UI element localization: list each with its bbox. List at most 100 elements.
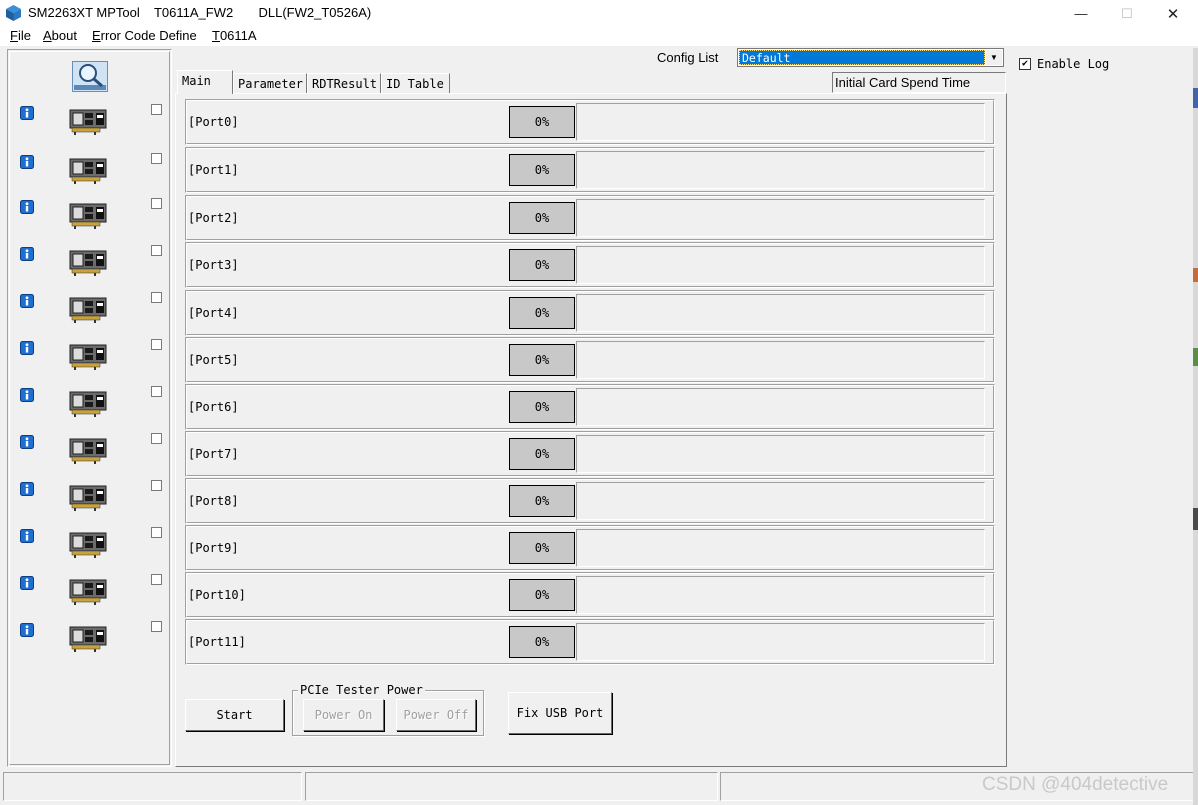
info-icon[interactable]: [20, 106, 34, 120]
menu-about[interactable]: About: [43, 28, 77, 43]
port-progress-bar: [576, 341, 985, 379]
close-icon: ✕: [1166, 5, 1180, 23]
port-progress-bar: [576, 576, 985, 614]
start-button[interactable]: Start: [185, 699, 284, 731]
port-label: [Port8]: [188, 494, 239, 508]
status-pane-2: [305, 772, 718, 801]
info-icon[interactable]: [20, 294, 34, 308]
menu-file[interactable]: File: [10, 28, 31, 43]
enable-log-label: Enable Log: [1037, 57, 1110, 71]
background-window-edge: [1193, 48, 1198, 805]
slot-checkbox[interactable]: [151, 339, 162, 350]
status-pane-1: [3, 772, 302, 801]
maximize-icon: ☐: [1121, 5, 1133, 21]
port-percent: 0%: [509, 579, 575, 611]
slot-checkbox[interactable]: [151, 386, 162, 397]
tab-id-table[interactable]: ID Table: [381, 73, 450, 93]
watermark: CSDN @404detective: [982, 774, 1169, 795]
port-percent: 0%: [509, 626, 575, 658]
info-icon[interactable]: [20, 247, 34, 261]
close-button[interactable]: ✕: [1150, 0, 1196, 27]
port-row: [Port9] 0%: [185, 525, 995, 571]
port-row: [Port2] 0%: [185, 195, 995, 241]
port-percent: 0%: [509, 532, 575, 564]
power-on-button[interactable]: Power On: [303, 699, 384, 731]
pcie-card-icon: [69, 158, 107, 184]
port-progress-bar: [576, 294, 985, 332]
port-percent: 0%: [509, 297, 575, 329]
port-percent: 0%: [509, 106, 575, 138]
port-label: [Port6]: [188, 400, 239, 414]
port-progress-bar: [576, 199, 985, 237]
port-row: [Port7] 0%: [185, 431, 995, 477]
port-label: [Port1]: [188, 163, 239, 177]
config-list-select[interactable]: Default ▼: [737, 48, 1004, 67]
menu-error-code-define[interactable]: Error Code Define: [92, 28, 197, 43]
port-row: [Port6] 0%: [185, 384, 995, 430]
pcie-card-icon: [69, 485, 107, 511]
port-row: [Port5] 0%: [185, 337, 995, 383]
pcie-tester-power-title: PCIe Tester Power: [298, 683, 425, 697]
port-percent: 0%: [509, 485, 575, 517]
port-progress-bar: [576, 246, 985, 284]
info-icon[interactable]: [20, 623, 34, 637]
menu-t0611a[interactable]: T0611A: [212, 28, 257, 43]
tab-main[interactable]: Main: [177, 70, 233, 94]
tab-parameter[interactable]: Parameter: [233, 73, 307, 93]
port-row: [Port0] 0%: [185, 99, 995, 145]
window-title: SM2263XT MPTool T0611A_FW2 DLL(FW2_T0526…: [28, 5, 372, 20]
fix-usb-port-button[interactable]: Fix USB Port: [508, 692, 612, 734]
info-icon[interactable]: [20, 388, 34, 402]
tab-rdtresult[interactable]: RDTResult: [307, 73, 381, 93]
info-icon[interactable]: [20, 576, 34, 590]
minimize-button[interactable]: —: [1058, 0, 1104, 27]
port-label: [Port10]: [188, 588, 246, 602]
slot-checkbox[interactable]: [151, 292, 162, 303]
slot-checkbox[interactable]: [151, 574, 162, 585]
port-label: [Port2]: [188, 211, 239, 225]
info-icon[interactable]: [20, 155, 34, 169]
port-progress-bar: [576, 482, 985, 520]
slot-checkbox[interactable]: [151, 198, 162, 209]
port-label: [Port11]: [188, 635, 246, 649]
info-icon[interactable]: [20, 529, 34, 543]
slot-checkbox[interactable]: [151, 621, 162, 632]
port-percent: 0%: [509, 154, 575, 186]
port-progress-bar: [576, 151, 985, 189]
checkmark-icon: ✔: [1019, 58, 1031, 70]
scan-magnifier-icon[interactable]: [72, 61, 108, 92]
initial-card-spend-time: Initial Card Spend Time: [832, 72, 1006, 93]
pcie-card-icon: [69, 203, 107, 229]
port-progress-bar: [576, 388, 985, 426]
info-icon[interactable]: [20, 435, 34, 449]
info-icon[interactable]: [20, 200, 34, 214]
port-percent: 0%: [509, 438, 575, 470]
slot-checkbox[interactable]: [151, 104, 162, 115]
slot-checkbox[interactable]: [151, 245, 162, 256]
port-progress-bar: [576, 623, 985, 661]
slot-checkbox[interactable]: [151, 527, 162, 538]
pcie-card-icon: [69, 532, 107, 558]
power-off-button[interactable]: Power Off: [396, 699, 476, 731]
maximize-button[interactable]: ☐: [1104, 0, 1150, 27]
port-row: [Port10] 0%: [185, 572, 995, 618]
title-bar[interactable]: SM2263XT MPTool T0611A_FW2 DLL(FW2_T0526…: [0, 0, 1198, 27]
slot-checkbox[interactable]: [151, 153, 162, 164]
port-label: [Port0]: [188, 115, 239, 129]
port-row: [Port11] 0%: [185, 619, 995, 665]
minimize-icon: —: [1074, 6, 1088, 21]
port-percent: 0%: [509, 249, 575, 281]
pcie-card-icon: [69, 626, 107, 652]
port-label: [Port4]: [188, 306, 239, 320]
config-list-label: Config List: [657, 50, 719, 65]
slot-checkbox[interactable]: [151, 433, 162, 444]
info-icon[interactable]: [20, 341, 34, 355]
pcie-card-icon: [69, 391, 107, 417]
slot-checkbox[interactable]: [151, 480, 162, 491]
pcie-card-icon: [69, 297, 107, 323]
pcie-card-icon: [69, 438, 107, 464]
chevron-down-icon[interactable]: ▼: [986, 50, 1002, 65]
port-label: [Port5]: [188, 353, 239, 367]
info-icon[interactable]: [20, 482, 34, 496]
port-progress-bar: [576, 103, 985, 141]
